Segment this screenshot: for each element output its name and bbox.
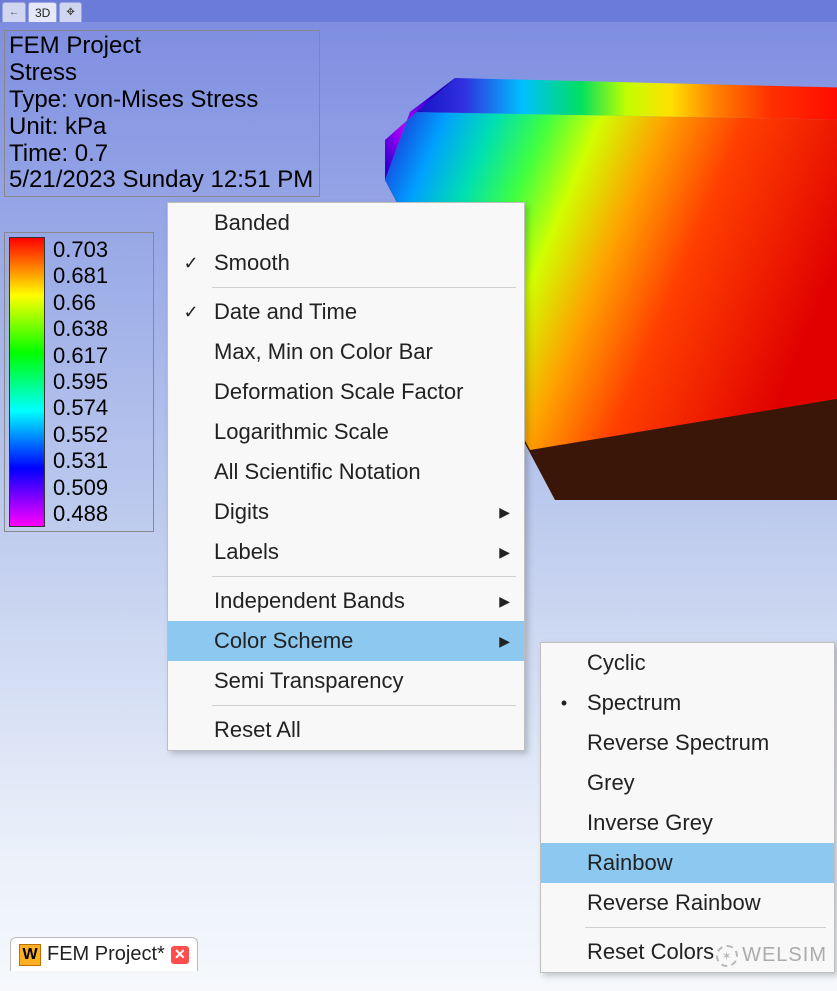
legend-value: 0.531 <box>53 448 108 474</box>
menu-item-log-scale[interactable]: Logarithmic Scale <box>168 412 524 452</box>
menu-item-minmax[interactable]: Max, Min on Color Bar <box>168 332 524 372</box>
menu-label: Reverse Rainbow <box>587 890 820 916</box>
menu-label: Reverse Spectrum <box>587 730 820 756</box>
legend-color-bar <box>9 237 45 527</box>
document-tab-bar: W FEM Project* ✕ <box>10 937 198 971</box>
menu-label: Digits <box>214 499 490 525</box>
menu-item-deformation-scale[interactable]: Deformation Scale Factor <box>168 372 524 412</box>
menu-separator <box>212 576 516 577</box>
watermark-text: WELSIM <box>742 944 827 967</box>
menu-label: Cyclic <box>587 650 820 676</box>
menu-label: Color Scheme <box>214 628 490 654</box>
submenu-item-inverse-grey[interactable]: Inverse Grey <box>541 803 834 843</box>
context-menu-legend: Banded ✓ Smooth ✓ Date and Time Max, Min… <box>167 202 525 751</box>
check-icon: ✓ <box>168 302 214 323</box>
check-icon: ✓ <box>168 253 214 274</box>
legend-value: 0.552 <box>53 422 108 448</box>
top-tab-strip: ← 3D ✥ <box>0 0 837 22</box>
menu-label: Grey <box>587 770 820 796</box>
info-result: Stress <box>9 60 315 87</box>
submenu-item-cyclic[interactable]: Cyclic <box>541 643 834 683</box>
watermark-logo-icon: ✶ <box>716 945 738 967</box>
tab-label-3d: 3D <box>35 6 50 20</box>
welsim-app-icon: W <box>19 944 41 966</box>
top-tab-back[interactable]: ← <box>2 2 26 22</box>
submenu-item-rainbow[interactable]: Rainbow <box>541 843 834 883</box>
info-time: Time: 0.7 <box>9 141 315 168</box>
info-type: Type: von-Mises Stress <box>9 87 315 114</box>
submenu-arrow-icon: ▶ <box>490 633 510 650</box>
legend-value: 0.574 <box>53 395 108 421</box>
menu-item-reset-all[interactable]: Reset All <box>168 710 524 750</box>
legend-value: 0.66 <box>53 290 108 316</box>
legend-value: 0.488 <box>53 501 108 527</box>
menu-item-banded[interactable]: Banded <box>168 203 524 243</box>
watermark: ✶ WELSIM <box>716 944 827 967</box>
submenu-color-scheme: Cyclic • Spectrum Reverse Spectrum Grey … <box>540 642 835 973</box>
menu-label: Rainbow <box>587 850 820 876</box>
crosshair-icon: ✥ <box>66 7 74 18</box>
menu-item-digits[interactable]: Digits ▶ <box>168 492 524 532</box>
submenu-arrow-icon: ▶ <box>490 504 510 521</box>
menu-label: Labels <box>214 539 490 565</box>
viewport-3d[interactable]: ← 3D ✥ FEM Project Stress Type: von-Mise… <box>0 0 837 991</box>
menu-item-color-scheme[interactable]: Color Scheme ▶ <box>168 621 524 661</box>
close-tab-button[interactable]: ✕ <box>171 946 189 964</box>
info-unit: Unit: kPa <box>9 114 315 141</box>
menu-item-datetime[interactable]: ✓ Date and Time <box>168 292 524 332</box>
menu-label: Independent Bands <box>214 588 490 614</box>
menu-label: Date and Time <box>214 299 490 325</box>
legend-values: 0.703 0.681 0.66 0.638 0.617 0.595 0.574… <box>53 237 108 527</box>
menu-label: Spectrum <box>587 690 820 716</box>
menu-label: Inverse Grey <box>587 810 820 836</box>
submenu-item-spectrum[interactable]: • Spectrum <box>541 683 834 723</box>
menu-label: Banded <box>214 210 490 236</box>
info-date: 5/21/2023 Sunday 12:51 PM <box>9 167 315 194</box>
menu-separator <box>212 287 516 288</box>
legend-value: 0.681 <box>53 263 108 289</box>
menu-label: Deformation Scale Factor <box>214 379 490 405</box>
submenu-item-reverse-rainbow[interactable]: Reverse Rainbow <box>541 883 834 923</box>
menu-item-semi-transparency[interactable]: Semi Transparency <box>168 661 524 701</box>
submenu-item-grey[interactable]: Grey <box>541 763 834 803</box>
legend-value: 0.638 <box>53 316 108 342</box>
menu-label: Logarithmic Scale <box>214 419 490 445</box>
document-tab-label: FEM Project* <box>47 943 165 966</box>
result-info-panel: FEM Project Stress Type: von-Mises Stres… <box>4 30 320 197</box>
menu-separator <box>212 705 516 706</box>
menu-item-smooth[interactable]: ✓ Smooth <box>168 243 524 283</box>
submenu-item-reverse-spectrum[interactable]: Reverse Spectrum <box>541 723 834 763</box>
menu-separator <box>585 927 826 928</box>
menu-item-labels[interactable]: Labels ▶ <box>168 532 524 572</box>
menu-label: Smooth <box>214 250 490 276</box>
submenu-arrow-icon: ▶ <box>490 593 510 610</box>
color-legend: 0.703 0.681 0.66 0.638 0.617 0.595 0.574… <box>4 232 154 532</box>
top-tab-3d[interactable]: 3D <box>28 2 57 22</box>
legend-value: 0.703 <box>53 237 108 263</box>
legend-value: 0.509 <box>53 475 108 501</box>
menu-label: Reset All <box>214 717 490 743</box>
legend-value: 0.617 <box>53 343 108 369</box>
submenu-arrow-icon: ▶ <box>490 544 510 561</box>
menu-label: Max, Min on Color Bar <box>214 339 490 365</box>
bullet-icon: • <box>541 693 587 714</box>
top-tab-target[interactable]: ✥ <box>59 2 81 22</box>
legend-value: 0.595 <box>53 369 108 395</box>
menu-label: All Scientific Notation <box>214 459 490 485</box>
menu-item-independent-bands[interactable]: Independent Bands ▶ <box>168 581 524 621</box>
arrow-left-icon: ← <box>9 7 19 18</box>
info-project: FEM Project <box>9 33 315 60</box>
menu-label: Semi Transparency <box>214 668 490 694</box>
menu-item-sci-notation[interactable]: All Scientific Notation <box>168 452 524 492</box>
document-tab-fem-project[interactable]: W FEM Project* ✕ <box>10 937 198 971</box>
